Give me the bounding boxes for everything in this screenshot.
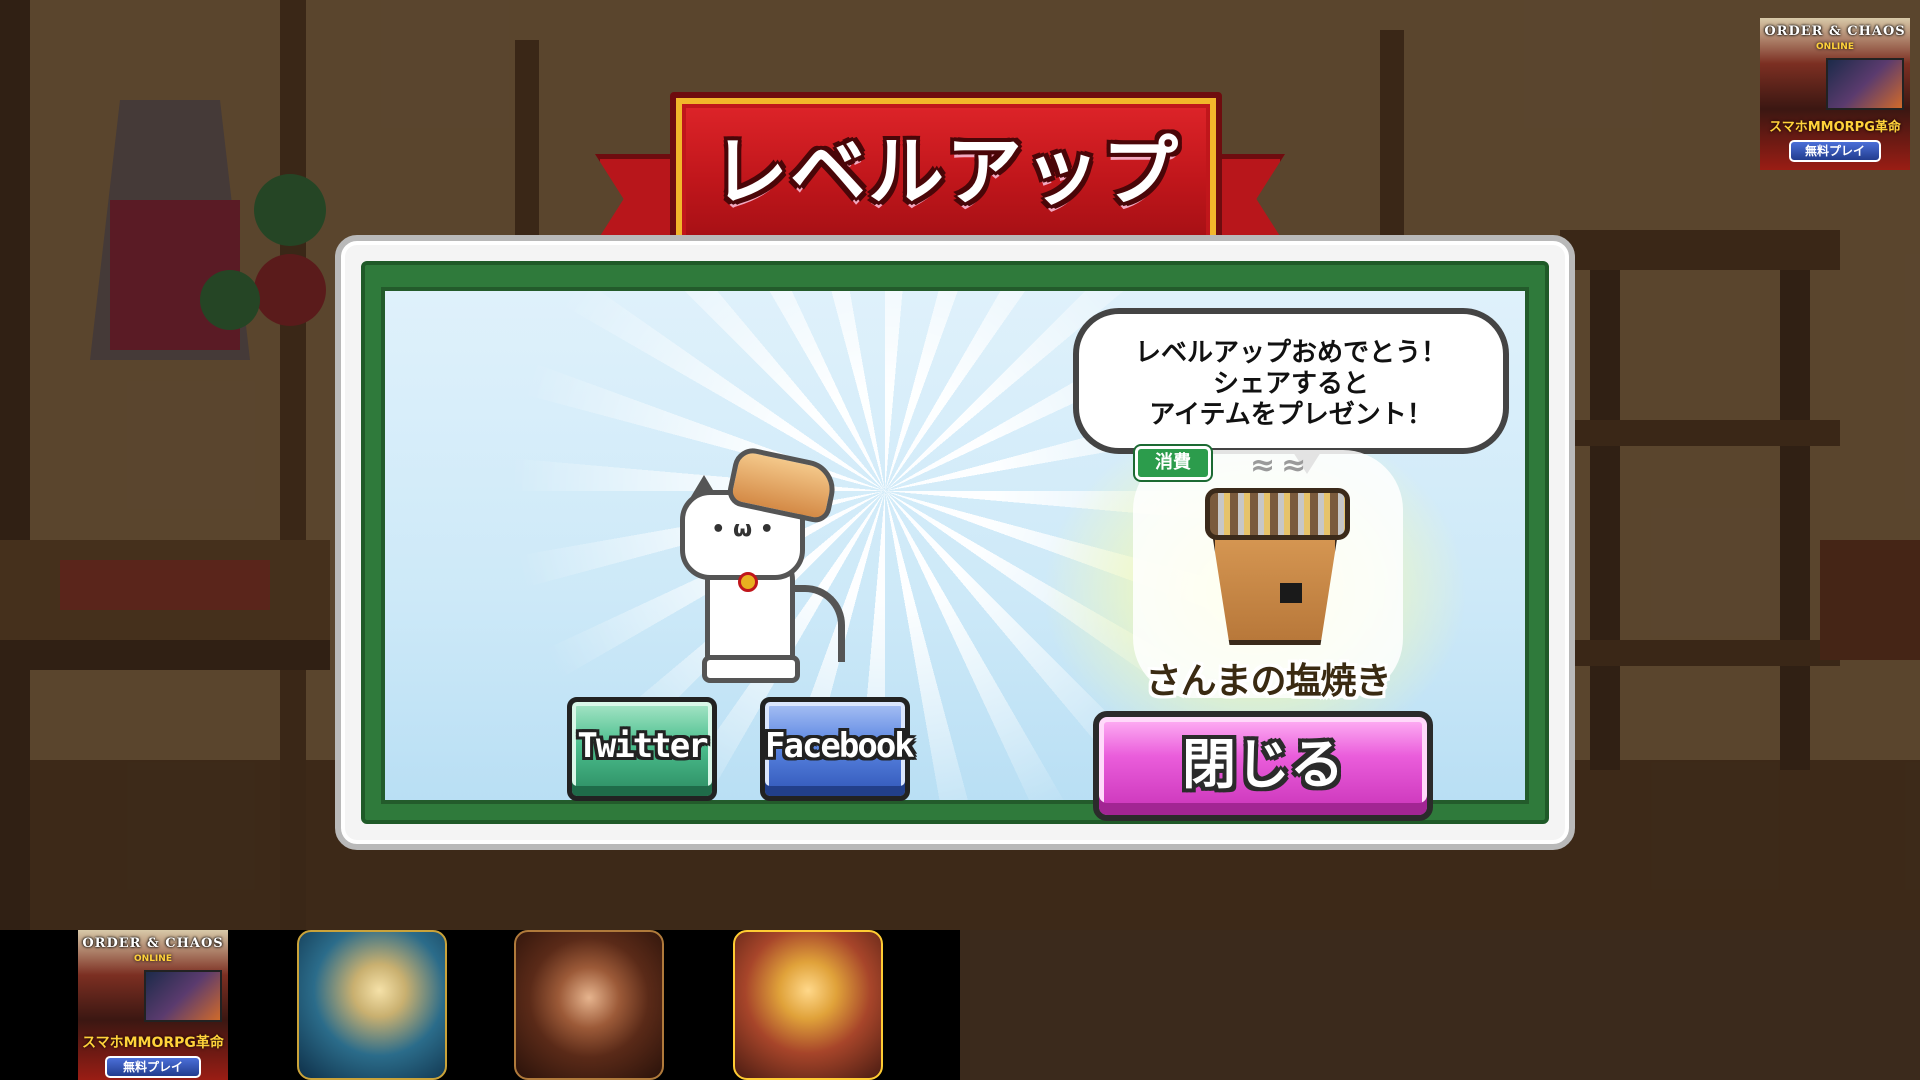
cat-face-icon: • ω • <box>711 517 774 542</box>
facebook-share-button[interactable]: Facebook <box>760 697 915 801</box>
steam-icon: ≈≈ <box>1250 448 1313 483</box>
ad-title: ORDER & CHAOS <box>1764 24 1906 39</box>
bubble-line-1: レベルアップおめでとう！ <box>1134 338 1447 368</box>
item-name: さんまの塩焼き <box>1145 661 1391 702</box>
survivor-woman-app-icon[interactable] <box>514 930 664 1080</box>
speech-bubble: レベルアップおめでとう！ シェアすると アイテムをプレゼント！ <box>1073 308 1509 474</box>
anime-knight-app-icon[interactable] <box>297 930 447 1080</box>
floor-area <box>960 930 1920 1080</box>
ad-play-button[interactable]: 無料プレイ <box>105 1056 201 1078</box>
cat-feet <box>702 655 800 683</box>
samurai-warrior-app-icon[interactable] <box>733 930 883 1080</box>
cat-bell-icon <box>738 572 758 592</box>
consumable-badge: 消費 <box>1135 446 1211 480</box>
bubble-message: レベルアップおめでとう！ シェアすると アイテムをプレゼント！ <box>1079 338 1503 431</box>
ad-order-chaos-top[interactable]: ORDER & CHAOS ONLINE スマホMMORPG革命 無料プレイ <box>1760 18 1910 170</box>
ad-tagline: スマホMMORPG革命 <box>1769 120 1901 135</box>
twitter-share-button[interactable]: Twitter <box>567 697 717 801</box>
ad-tagline: スマホMMORPG革命 <box>82 1035 224 1051</box>
ad-order-chaos-bottom[interactable]: ORDER & CHAOS ONLINE スマホMMORPG革命 無料プレイ <box>78 930 228 1080</box>
ad-subtitle: ONLINE <box>134 954 172 964</box>
bubble-line-3: アイテムをプレゼント！ <box>1149 400 1433 430</box>
cup-label <box>1280 583 1302 603</box>
grilled-saury-topping <box>1205 488 1350 540</box>
cat-character: • ω • <box>660 444 845 685</box>
ad-title: ORDER & CHAOS <box>82 936 224 951</box>
ad-play-button[interactable]: 無料プレイ <box>1789 140 1881 162</box>
ad-subtitle: ONLINE <box>1816 42 1854 52</box>
ad-screenshot <box>144 970 222 1022</box>
close-button[interactable]: 閉じる <box>1093 711 1433 821</box>
ad-screenshot <box>1826 58 1904 110</box>
dialog-title: レベルアップ <box>712 127 1180 216</box>
bubble-line-2: シェアすると <box>1212 369 1369 399</box>
